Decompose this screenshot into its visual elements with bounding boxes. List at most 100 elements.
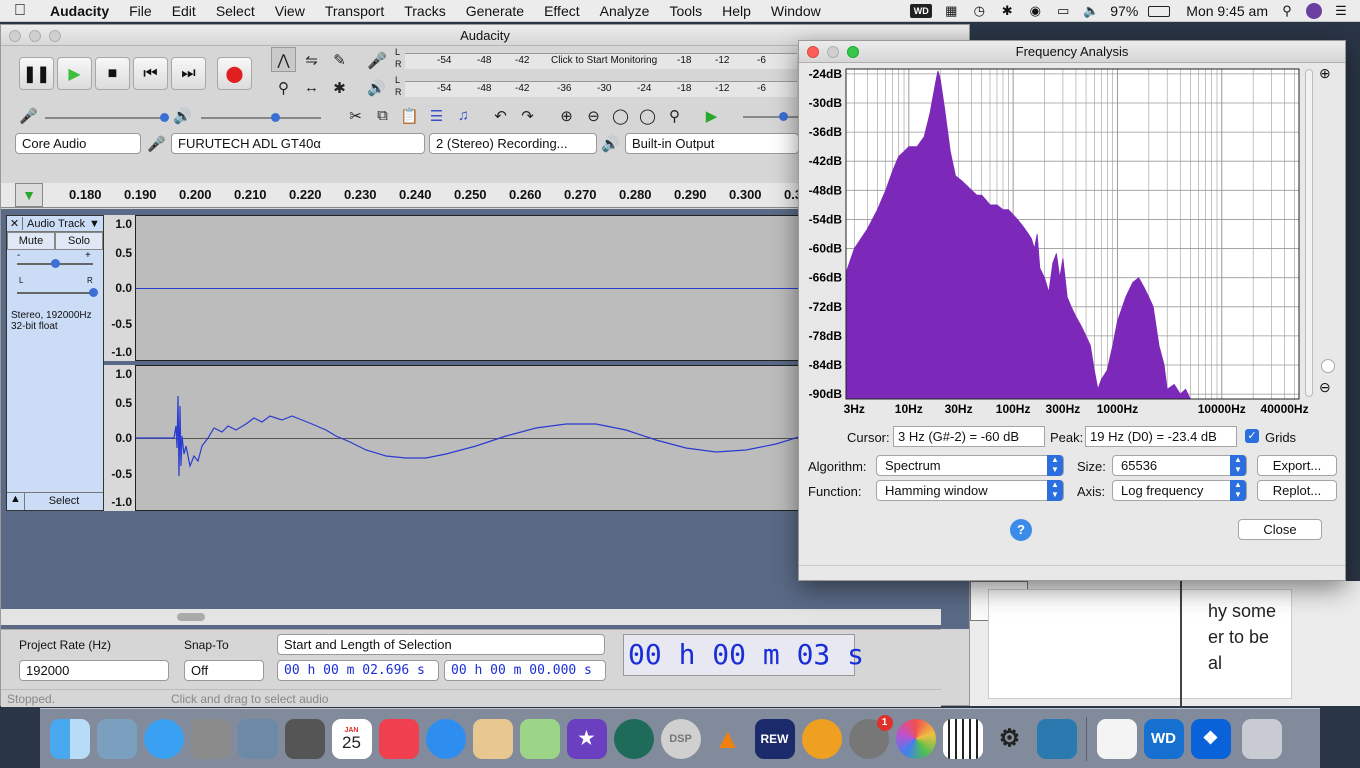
skip-start-button[interactable]: ⏮ <box>133 57 168 90</box>
pause-button[interactable]: ❚❚ <box>19 57 54 90</box>
replot-button[interactable]: Replot... <box>1257 480 1337 501</box>
export-button[interactable]: Export... <box>1257 455 1337 476</box>
messages-icon[interactable] <box>143 718 184 759</box>
wd-icon[interactable]: WD <box>1143 718 1184 759</box>
menu-transport[interactable]: Transport <box>315 0 394 22</box>
output-volume-slider[interactable] <box>201 117 321 119</box>
horizontal-scrollbar[interactable] <box>1 609 941 625</box>
dialog-titlebar[interactable]: Frequency Analysis <box>799 41 1345 63</box>
playback-device-select[interactable]: Built-in Output <box>625 133 799 154</box>
menu-window[interactable]: Window <box>761 0 831 22</box>
algorithm-select[interactable]: Spectrum ▲ ▼ <box>876 455 1064 476</box>
size-select[interactable]: 65536 ▲ ▼ <box>1112 455 1247 476</box>
track-name[interactable]: Audio Track <box>23 218 89 230</box>
time-machine-icon[interactable] <box>613 718 654 759</box>
envelope-tool-icon[interactable]: ⇋ <box>299 47 324 72</box>
draw-tool-icon[interactable]: ✎ <box>327 47 352 72</box>
rew-icon[interactable]: REW <box>754 718 795 759</box>
dropbox-icon[interactable]: ❖ <box>1190 718 1231 759</box>
collapse-track-icon[interactable]: ▲ <box>7 493 25 510</box>
close-track-icon[interactable]: ✕ <box>7 217 23 230</box>
function-select[interactable]: Hamming window ▲ ▼ <box>876 480 1064 501</box>
time-shift-tool-icon[interactable]: ↔ <box>299 75 324 100</box>
time-machine-tray-icon[interactable]: ◷ <box>970 4 988 18</box>
mute-button[interactable]: Mute <box>7 232 55 250</box>
track-menu-icon[interactable]: ▼ <box>89 218 103 230</box>
recording-channels-select[interactable]: 2 (Stereo) Recording... <box>429 133 597 154</box>
clock[interactable]: Mon 9:45 am <box>1186 3 1268 19</box>
vlc-icon[interactable]: ▲ <box>708 719 748 759</box>
copy-icon[interactable]: ⧉ <box>370 103 395 128</box>
menu-help[interactable]: Help <box>712 0 761 22</box>
preview-window-icon[interactable] <box>1036 718 1077 759</box>
notification-center-icon[interactable]: ☰ <box>1332 4 1350 18</box>
system-preferences-icon[interactable]: 1 <box>848 714 893 759</box>
minimize-window-icon[interactable] <box>29 30 41 42</box>
zoom-window-icon[interactable] <box>49 30 61 42</box>
dsp-icon[interactable]: DSP <box>660 718 701 759</box>
airplay-icon[interactable]: ▭ <box>1054 4 1072 18</box>
gain-thumb[interactable] <box>51 259 60 268</box>
zoom-out-icon[interactable]: ⊖ <box>1319 379 1331 396</box>
pan-slider[interactable] <box>17 292 93 294</box>
zoom-toggle-icon[interactable]: ⚲ <box>662 103 687 128</box>
siri-icon[interactable] <box>1306 3 1322 19</box>
silence-icon[interactable]: ♫ <box>451 103 476 128</box>
calendar-icon[interactable]: JAN 25 <box>331 718 372 759</box>
spectrum-plot[interactable]: -24dB -30dB -36dB -42dB -48dB -54dB -60dB -66dB… <box>799 65 1319 417</box>
imovie-icon[interactable]: ★ <box>566 718 607 759</box>
audio-position-time[interactable]: 00 h 00 m 03 s <box>623 634 864 676</box>
multi-tool-icon[interactable]: ✱ <box>327 75 352 100</box>
audio-host-select[interactable]: Core Audio <box>15 133 141 154</box>
solo-button[interactable]: Solo <box>55 232 103 250</box>
close-dialog-icon[interactable] <box>807 46 819 58</box>
menu-tools[interactable]: Tools <box>659 0 712 22</box>
zoom-dialog-icon[interactable] <box>847 46 859 58</box>
zoom-out-icon[interactable]: ⊖ <box>581 103 606 128</box>
axis-select[interactable]: Log frequency ▲ ▼ <box>1112 480 1247 501</box>
drive-icon[interactable]: ▦ <box>942 4 960 18</box>
play-button[interactable]: ▶ <box>57 57 92 90</box>
menu-file[interactable]: File <box>119 0 162 22</box>
stop-button[interactable]: ■ <box>95 57 130 90</box>
news-icon[interactable] <box>378 718 419 759</box>
scrollbar-thumb[interactable] <box>177 613 205 621</box>
input-volume-slider[interactable] <box>45 117 165 119</box>
help-icon[interactable]: ? <box>1010 519 1032 541</box>
speaker-icon[interactable]: 🔊 <box>367 79 386 97</box>
recording-device-select[interactable]: FURUTECH ADL GT40α <box>171 133 425 154</box>
textedit-icon[interactable] <box>1096 718 1137 759</box>
audacity-icon[interactable] <box>801 718 842 759</box>
output-volume-thumb[interactable] <box>271 113 280 122</box>
volume-icon[interactable]: 🔈 <box>1082 4 1100 18</box>
pan-thumb[interactable] <box>89 288 98 297</box>
zoom-tool-icon[interactable]: ⚲ <box>271 75 296 100</box>
input-volume-thumb[interactable] <box>160 113 169 122</box>
app-menu[interactable]: Audacity <box>40 0 119 22</box>
timeline-ruler[interactable]: ▼ 0.180 0.190 0.200 0.210 0.220 0.230 0.… <box>1 183 802 208</box>
selection-start-time[interactable]: 00 h 00 m 02.696 s <box>277 660 439 681</box>
image-capture-icon[interactable] <box>237 718 278 759</box>
wd-tray-icon[interactable]: WD <box>910 4 933 18</box>
menu-effect[interactable]: Effect <box>534 0 590 22</box>
waveform-channel-left[interactable] <box>135 215 801 361</box>
menu-analyze[interactable]: Analyze <box>590 0 660 22</box>
zoom-in-icon[interactable]: ⊕ <box>554 103 579 128</box>
photos-icon[interactable] <box>895 718 936 759</box>
zoom-in-icon[interactable]: ⊕ <box>1319 65 1331 82</box>
close-button[interactable]: Close <box>1238 519 1322 540</box>
calculator-icon[interactable] <box>190 718 231 759</box>
select-track-button[interactable]: Select <box>25 493 103 510</box>
wifi-icon[interactable]: ◉ <box>1026 4 1044 18</box>
menu-edit[interactable]: Edit <box>162 0 206 22</box>
paste-icon[interactable]: 📋 <box>397 103 422 128</box>
redo-icon[interactable]: ↷ <box>515 103 540 128</box>
undo-icon[interactable]: ↶ <box>488 103 513 128</box>
play-speed-slider[interactable] <box>743 116 803 118</box>
bluetooth-icon[interactable]: ✱ <box>998 4 1016 18</box>
monitor-hint[interactable]: Click to Start Monitoring <box>551 55 657 66</box>
photo-booth-icon[interactable] <box>284 718 325 759</box>
selection-tool-icon[interactable]: ⋀ <box>271 47 296 72</box>
finder-icon[interactable] <box>49 718 90 759</box>
menu-generate[interactable]: Generate <box>456 0 534 22</box>
